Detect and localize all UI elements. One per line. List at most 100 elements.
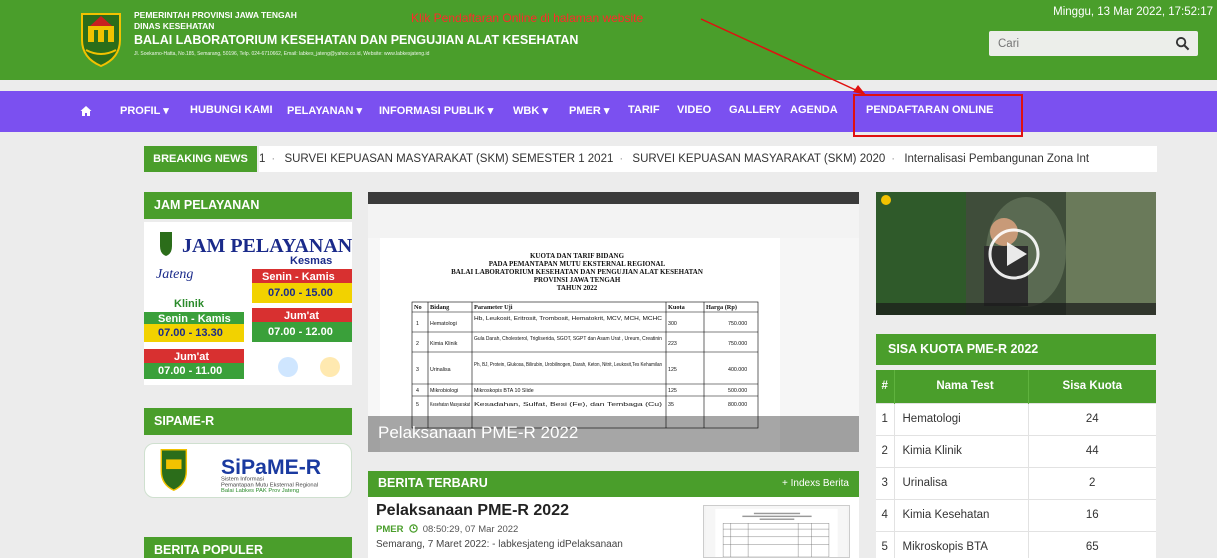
nav-tarif[interactable]: TARIF	[628, 104, 660, 116]
doc-cell: 400.000	[728, 367, 747, 373]
table-row: 4 Kimia Kesehatan 16	[876, 498, 1156, 531]
jam-pelayanan-heading: JAM PELAYANAN	[144, 192, 352, 219]
search-icon[interactable]	[1175, 36, 1190, 51]
banner-klinik-time: 07.00 - 13.30	[158, 327, 223, 339]
doc-cell: 3	[416, 367, 419, 373]
row-name: Mikroskopis BTA	[894, 530, 1029, 558]
nav-gallery[interactable]: GALLERY	[729, 104, 781, 116]
table-row: 1 Hematologi 24	[876, 402, 1156, 435]
banner-jumat-l: Jum'at	[174, 351, 209, 363]
row-quota: 2	[1028, 466, 1156, 499]
breaking-news-label: BREAKING NEWS	[144, 146, 257, 172]
berita-populer-heading: BERITA POPULER	[144, 537, 352, 558]
doc-title-4: PROVINSI JAWA TENGAH	[534, 276, 621, 284]
jam-pelayanan-banner: JAM PELAYANAN Jateng Klinik Kesmas Senin…	[144, 222, 352, 385]
nav-wbk[interactable]: WBK ▾	[513, 104, 548, 117]
doc-cell: Ph, BJ, Protein, Glukosa, Bilirubin, Uro…	[474, 362, 662, 368]
nav-profil[interactable]: PROFIL ▾	[120, 104, 169, 117]
nav-agenda[interactable]: AGENDA	[790, 104, 838, 116]
doc-cell: Kimia Klinik	[430, 341, 458, 347]
ticker-item[interactable]: SURVEI KEPUASAN MASYARAKAT (SKM) SEMESTE…	[284, 153, 613, 165]
table-row: 3 Urinalisa 2	[876, 466, 1156, 499]
row-quota: 44	[1028, 434, 1156, 467]
row-quota: 65	[1028, 530, 1156, 558]
row-quota: 16	[1028, 498, 1156, 531]
doc-cell: 5	[416, 402, 419, 408]
banner-jumat-time-r: 07.00 - 12.00	[268, 326, 333, 338]
doc-cell: Hematologi	[430, 321, 457, 327]
row-no: 4	[876, 498, 895, 531]
row-quota: 24	[1028, 402, 1156, 435]
row-no: 1	[876, 402, 895, 435]
news-headline[interactable]: Pelaksanaan PME-R 2022	[376, 502, 569, 520]
banner-jumat-time-l: 07.00 - 11.00	[158, 365, 222, 377]
doc-cell: Urinalisa	[430, 367, 451, 373]
doc-cell: 125	[668, 367, 677, 373]
doc-header-parameter: Parameter Uji	[474, 304, 513, 311]
news-meta: PMER 08:50:29, 07 Mar 2022	[376, 524, 518, 535]
search-input[interactable]	[989, 31, 1167, 56]
nav-pelayanan[interactable]: PELAYANAN ▾	[287, 104, 362, 117]
banner-klinik: Klinik	[174, 298, 205, 310]
org-address: Jl. Soekarno-Hatta, No.185, Semarang, 50…	[134, 51, 430, 57]
home-icon[interactable]	[80, 105, 92, 117]
doc-cell: Mikrobiologi	[430, 388, 458, 394]
banner-kesmas: Kesmas	[290, 255, 332, 267]
datetime: Minggu, 13 Mar 2022, 17:52:17	[1053, 6, 1213, 18]
doc-cell: 35	[668, 402, 674, 408]
news-time: 08:50:29, 07 Mar 2022	[422, 524, 519, 535]
col-sisa-kuota: Sisa Kuota	[1028, 370, 1156, 403]
banner-kesmas-time: 07.00 - 15.00	[268, 287, 333, 299]
berita-terbaru-header: BERITA TERBARU + Indexs Berita	[368, 471, 859, 497]
row-no: 2	[876, 434, 895, 467]
banner-jumat-r: Jum'at	[284, 310, 319, 322]
row-no: 5	[876, 530, 895, 558]
doc-cell: Gula Darah, Cholesterol, Trigliserida, S…	[474, 336, 662, 342]
table-row: 2 Kimia Klinik 44	[876, 434, 1156, 467]
doc-header-bidang: Bidang	[430, 304, 450, 311]
table-row: 5 Mikroskopis BTA 65	[876, 530, 1156, 558]
page: PEMERINTAH PROVINSI JAWA TENGAH DINAS KE…	[0, 0, 1217, 558]
row-no: 3	[876, 466, 895, 499]
news-thumbnail[interactable]	[703, 505, 850, 558]
doc-cell: 750.000	[728, 321, 747, 327]
nav-pmer[interactable]: PMER ▾	[569, 104, 609, 117]
doc-cell: 223	[668, 341, 677, 347]
doc-title-2: PADA PEMANTAPAN MUTU EKSTERNAL REGIONAL	[489, 260, 666, 268]
video-player[interactable]	[876, 192, 1156, 315]
slide-caption[interactable]: Pelaksanaan PME-R 2022	[378, 423, 578, 443]
ticker-item[interactable]: SURVEI KEPUASAN MASYARAKAT (SKM) 2020	[632, 153, 885, 165]
doc-header-harga: Harga (Rp)	[706, 304, 737, 311]
doc-cell: Mikroskopis BTA 10 Slide	[474, 388, 534, 394]
row-name: Hematologi	[894, 402, 1029, 435]
slider-document[interactable]: KUOTA DAN TARIF BIDANG PADA PEMANTAPAN M…	[368, 192, 859, 452]
row-name: Urinalisa	[894, 466, 1029, 499]
doc-title-5: TAHUN 2022	[557, 284, 598, 292]
row-name: Kimia Klinik	[894, 434, 1029, 467]
index-berita-link[interactable]: + Indexs Berita	[782, 478, 849, 489]
banner-senin-kamis-r: Senin - Kamis	[262, 271, 335, 283]
search-box	[989, 31, 1198, 56]
nav-hubungi-kami[interactable]: HUBUNGI KAMI	[190, 104, 273, 116]
doc-title-3: BALAI LABORATORIUM KESEHATAN DAN PENGUJI…	[451, 268, 703, 276]
main-nav: PROFIL ▾ HUBUNGI KAMI PELAYANAN ▾ INFORM…	[0, 91, 1217, 132]
nav-informasi-publik[interactable]: INFORMASI PUBLIK ▾	[379, 104, 493, 117]
banner-senin-kamis-l: Senin - Kamis	[158, 313, 231, 325]
doc-title-1: KUOTA DAN TARIF BIDANG	[530, 252, 625, 260]
sisa-kuota-heading: SISA KUOTA PME-R 2022	[876, 334, 1156, 365]
site-header: PEMERINTAH PROVINSI JAWA TENGAH DINAS KE…	[0, 0, 1217, 80]
doc-cell: 4	[416, 388, 419, 394]
sipame-banner[interactable]: SiPaME-R Sistem Informasi Pemantapan Mut…	[144, 443, 352, 498]
doc-cell: 750.000	[728, 341, 747, 347]
doc-cell: Kesehatan Masyarakat	[430, 402, 470, 408]
sipame-line-3: Balai Labkes PAK Prov Jateng	[221, 488, 299, 494]
news-category[interactable]: PMER	[376, 524, 403, 535]
news-excerpt: Semarang, 7 Maret 2022: - labkesjateng i…	[376, 539, 623, 550]
doc-cell: 2	[416, 341, 419, 347]
highlight-box	[853, 94, 1023, 137]
nav-video[interactable]: VIDEO	[677, 104, 711, 116]
ticker-item[interactable]: Internalisasi Pembangunan Zona Int	[904, 153, 1089, 165]
jateng-logo[interactable]	[76, 10, 126, 68]
sipame-heading: SIPAME-R	[144, 408, 352, 435]
sipame-brand: SiPaME-R	[221, 456, 321, 479]
